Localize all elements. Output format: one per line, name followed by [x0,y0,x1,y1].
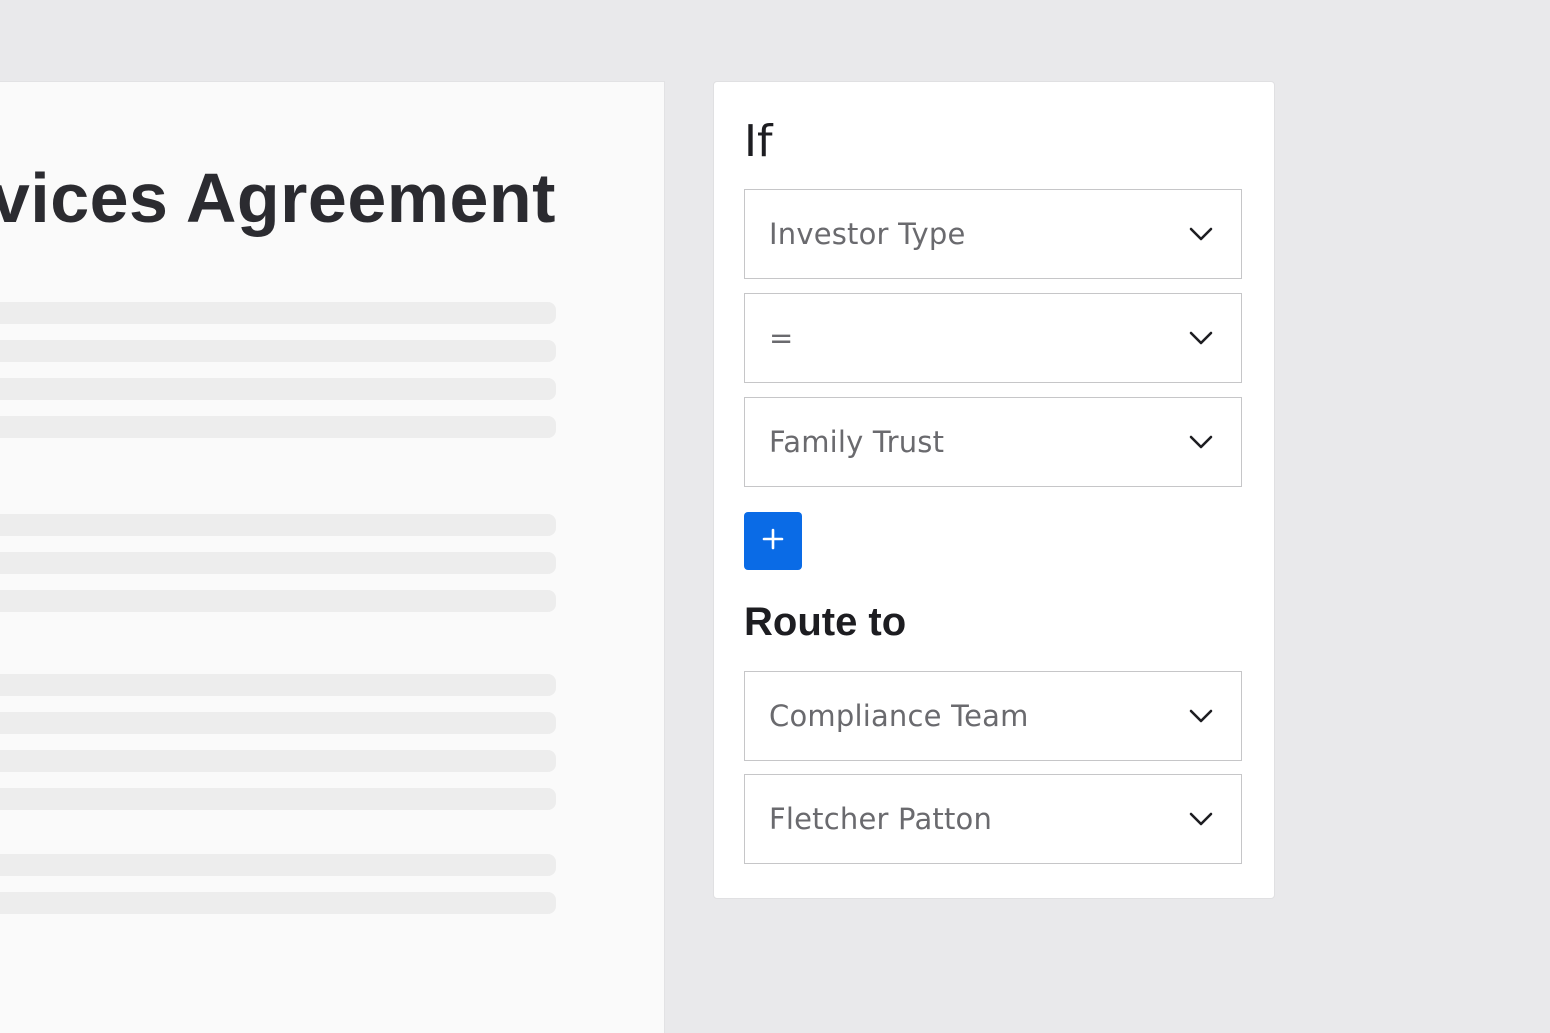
text-placeholder-line [0,378,556,400]
routing-rule-panel: If Investor Type = Family Trust Route to… [713,81,1275,899]
route-to-heading: Route to [744,600,907,644]
text-placeholder-line [0,514,556,536]
text-placeholder-line [0,674,556,696]
document-preview: rvices Agreement [0,81,665,1033]
condition-field-value: Investor Type [769,217,966,251]
condition-value-value: Family Trust [769,425,945,459]
text-placeholder-line [0,854,556,876]
condition-operator-value: = [769,321,794,355]
condition-field-select[interactable]: Investor Type [744,189,1242,279]
chevron-down-icon [1189,222,1213,246]
text-placeholder-line [0,590,556,612]
chevron-down-icon [1189,326,1213,350]
text-placeholder-line [0,788,556,810]
document-title: rvices Agreement [0,159,556,237]
chevron-down-icon [1189,704,1213,728]
add-condition-button[interactable] [744,512,802,570]
if-heading: If [744,116,773,167]
text-placeholder-line [0,416,556,438]
condition-operator-select[interactable]: = [744,293,1242,383]
text-placeholder-line [0,892,556,914]
route-person-select[interactable]: Fletcher Patton [744,774,1242,864]
text-placeholder-line [0,340,556,362]
condition-value-select[interactable]: Family Trust [744,397,1242,487]
text-placeholder-line [0,750,556,772]
text-placeholder-line [0,302,556,324]
chevron-down-icon [1189,807,1213,831]
text-placeholder-line [0,712,556,734]
text-placeholder-line [0,552,556,574]
route-team-select[interactable]: Compliance Team [744,671,1242,761]
plus-icon [762,528,784,555]
route-team-value: Compliance Team [769,699,1029,733]
route-person-value: Fletcher Patton [769,802,993,836]
chevron-down-icon [1189,430,1213,454]
